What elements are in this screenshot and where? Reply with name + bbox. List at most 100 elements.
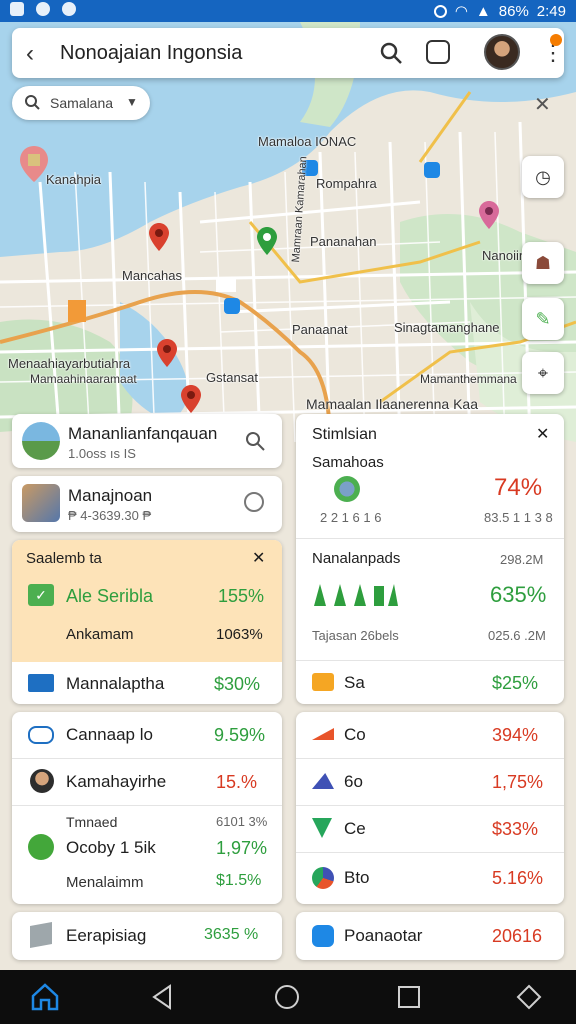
map-pin-icon[interactable]	[256, 226, 278, 256]
close-icon[interactable]: ✕	[252, 548, 265, 568]
list-row-label: Cannaap lo	[66, 725, 153, 744]
share-icon[interactable]	[426, 40, 450, 64]
folder-icon	[312, 673, 334, 691]
section-footer-label: Tajasan 26bels	[312, 628, 399, 643]
stats-card: Co 394% 6o 1,75% Ce $33% Bto 5.16%	[296, 712, 564, 904]
clock-icon[interactable]	[244, 492, 264, 512]
list-row-card[interactable]: Poanaotar 20616	[296, 912, 564, 960]
map-label: Mancahas	[122, 268, 182, 283]
list-row-label: Menalaimm	[66, 874, 144, 891]
summary-header: Stimlsian	[312, 426, 377, 443]
list-row[interactable]: Co 394%	[296, 712, 564, 758]
search-icon[interactable]	[244, 430, 266, 452]
stats-card: Cannaap lo 9.59% Kamahayirhe 15.% Tmnaed…	[12, 712, 282, 904]
clock-text: 2:49	[536, 2, 566, 20]
trees-icon	[314, 584, 398, 606]
locate-icon: ⌖	[537, 362, 549, 383]
list-row-label: Kamahayirhe	[66, 772, 167, 791]
place-title: Mananlianfanqauan	[68, 424, 218, 443]
list-row[interactable]: Cannaap lo 9.59%	[12, 712, 282, 758]
list-row-value: 394%	[492, 725, 539, 745]
triangle-icon	[312, 773, 334, 789]
info-icon	[312, 925, 334, 947]
transit-icon[interactable]	[424, 162, 440, 178]
list-row-value: 1,75%	[492, 772, 544, 792]
back-arrow-icon[interactable]: ‹	[26, 40, 34, 68]
filter-chip-label: Samalana	[50, 95, 114, 111]
divider	[296, 538, 564, 539]
highlight-row-value: 1063%	[216, 626, 263, 643]
transit-icon[interactable]	[224, 298, 240, 314]
card-icon	[28, 674, 54, 692]
alarm-icon	[433, 4, 447, 18]
close-icon[interactable]: ✕	[534, 92, 551, 117]
map-pin-icon[interactable]	[478, 200, 500, 230]
summary-main-value: 74%	[494, 474, 543, 501]
list-row-label: Tmnaed	[66, 814, 118, 830]
map-label: Sinagtamanghane	[394, 320, 500, 335]
location-button[interactable]: ⌖	[522, 352, 564, 394]
list-row[interactable]: Ce $33%	[296, 806, 564, 852]
list-row-value: 9.59%	[214, 725, 266, 745]
search-icon[interactable]	[378, 40, 404, 66]
list-row-label: Ocoby 1 5ik	[66, 838, 156, 857]
section-footer-value: 025.6 .2M	[488, 628, 546, 643]
notification-badge	[550, 34, 562, 46]
list-row-value: 20616	[492, 926, 543, 946]
map-pin-icon[interactable]	[180, 384, 202, 414]
list-row-label: Co	[344, 725, 366, 744]
list-row[interactable]: 6o 1,75%	[296, 759, 564, 805]
home-icon[interactable]	[30, 982, 60, 1012]
rotate-icon[interactable]	[514, 982, 544, 1012]
list-row-label: 6o	[344, 772, 363, 791]
compass-icon: ◷	[535, 166, 551, 187]
list-row[interactable]: Bto 5.16%	[296, 853, 564, 904]
map-pin-icon[interactable]	[148, 222, 170, 252]
list-row-label: Ce	[344, 819, 366, 838]
highlight-row-label: Ale Seribla	[66, 586, 154, 606]
place-subtitle: 1.0oss ıs IS	[68, 446, 136, 461]
list-row-value: 3635 %	[204, 926, 259, 943]
directions-button[interactable]: ✎	[522, 298, 564, 340]
close-icon[interactable]: ✕	[536, 424, 549, 444]
wifi-icon: ◠	[454, 3, 468, 20]
map-label: Mamaalan Ilaanerenna Kaa	[306, 396, 479, 412]
battery-text: 86%	[498, 2, 529, 20]
arrow-icon	[312, 728, 334, 740]
map-pin-icon[interactable]	[156, 338, 178, 368]
avatar[interactable]	[484, 34, 520, 70]
summary-subheader: Samahoas	[312, 454, 384, 471]
place-card[interactable]: Manajnoan ₱ 4-3639.30 ₱	[12, 476, 282, 532]
list-row-card[interactable]: Eerapisiag 3635 %	[12, 912, 282, 960]
map-label: Kanahpia	[46, 172, 101, 187]
map-label: Nanoiin	[482, 248, 527, 263]
notification-icon	[10, 2, 24, 16]
compass-button[interactable]: ◷	[522, 156, 564, 198]
directions-icon: ✎	[535, 308, 551, 329]
highlight-row-label: Ankamam	[66, 626, 134, 643]
cloud-icon	[28, 726, 54, 744]
place-card[interactable]: Mananlianfanqauan 1.0oss ıs IS	[12, 414, 282, 468]
recents-icon[interactable]	[394, 982, 424, 1012]
place-subtitle: ₱ 4-3639.30 ₱	[68, 508, 152, 523]
street-view-button[interactable]: ☗	[522, 242, 564, 284]
notification-icons	[10, 2, 76, 16]
place-title: Manajnoan	[68, 486, 153, 505]
system-nav-bar	[0, 970, 576, 1024]
map-label: Menaahiayarbutiahra	[8, 356, 131, 371]
place-thumbnail	[22, 484, 60, 522]
top-app-bar: ‹ Nonoajaian Ingonsia ⋮	[12, 28, 564, 78]
list-row-label: Eerapisiag	[66, 926, 147, 945]
list-row[interactable]: Tmnaed 6101 3% Ocoby 1 5ik 1,97% Menalai…	[12, 806, 282, 904]
page-title[interactable]: Nonoajaian Ingonsia	[60, 42, 242, 65]
filter-chip[interactable]: Samalana ▼	[12, 86, 150, 120]
map-label: Mamanthemmana	[420, 372, 517, 386]
plant-icon	[334, 476, 360, 502]
map-label: Mamaloa IONAC	[258, 134, 357, 149]
home-button-icon[interactable]	[272, 982, 302, 1012]
avatar	[30, 769, 54, 793]
list-row[interactable]: Mannalaptha $30%	[12, 662, 282, 704]
list-row[interactable]: Sa $25%	[296, 661, 564, 704]
back-icon[interactable]	[148, 982, 178, 1012]
list-row[interactable]: Kamahayirhe 15.%	[12, 759, 282, 805]
